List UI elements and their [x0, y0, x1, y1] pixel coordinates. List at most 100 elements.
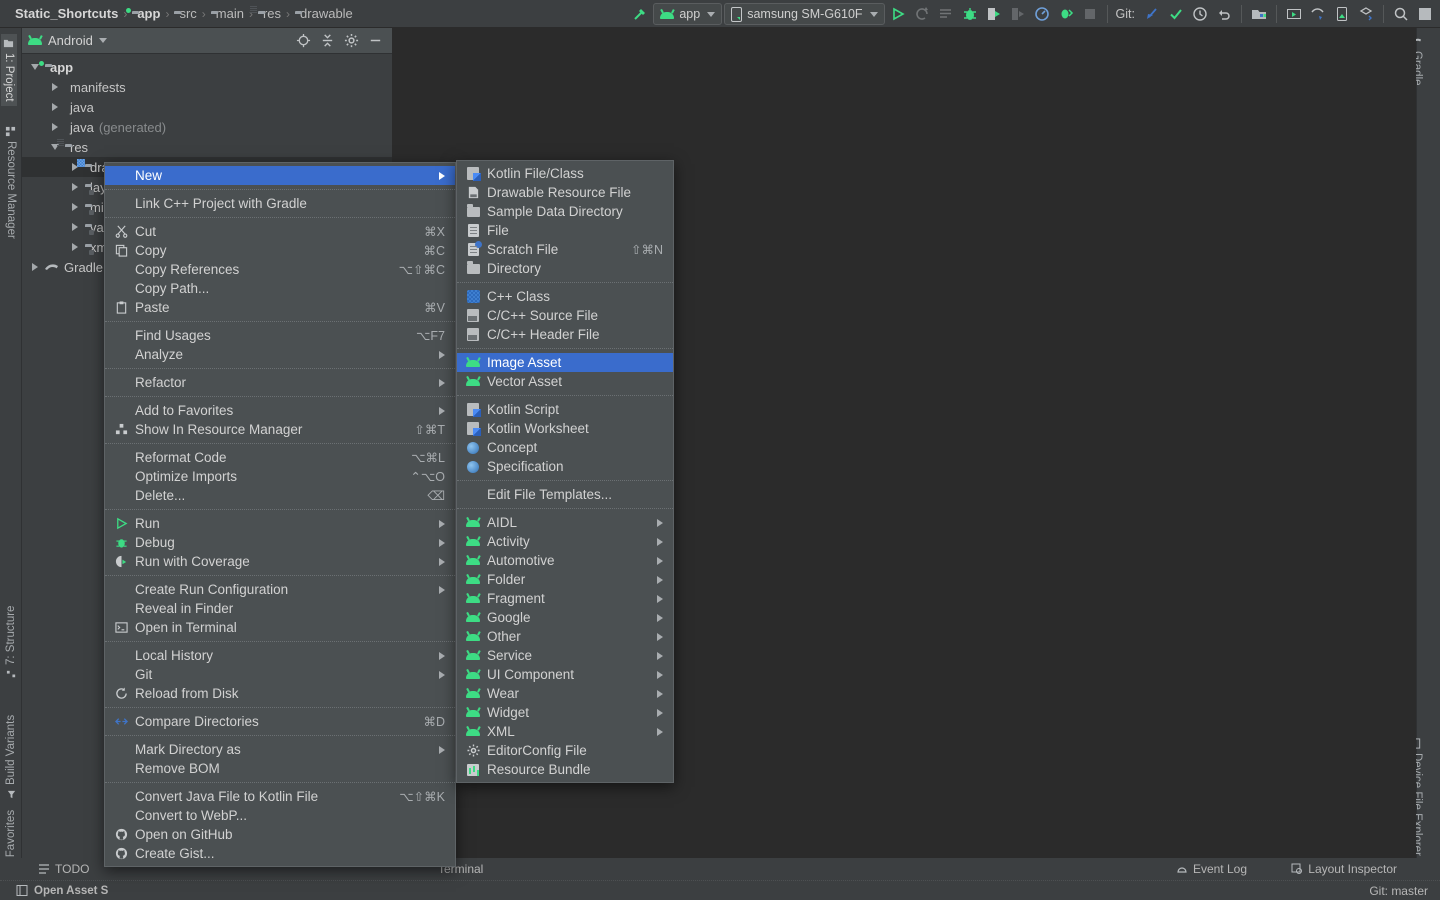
- menu-item-reveal-in-finder[interactable]: Reveal in Finder: [105, 599, 455, 618]
- status-item-git-branch[interactable]: Git: master: [1369, 884, 1428, 898]
- menu-item-open-in-terminal[interactable]: Open in Terminal: [105, 618, 455, 637]
- device-manager-icon[interactable]: [1331, 3, 1353, 25]
- menu-item-sample-data-directory[interactable]: Sample Data Directory: [457, 202, 673, 221]
- menu-item-copy-references[interactable]: Copy References⌥⇧⌘C: [105, 260, 455, 279]
- menu-item-folder[interactable]: Folder: [457, 570, 673, 589]
- breadcrumb-item-res[interactable]: res: [256, 6, 283, 21]
- menu-item-wear[interactable]: Wear: [457, 684, 673, 703]
- menu-item-c-c-header-file[interactable]: C/C++ Header File: [457, 325, 673, 344]
- chevron-right-icon[interactable]: [70, 183, 80, 191]
- menu-item-c-class[interactable]: C++ Class: [457, 287, 673, 306]
- menu-item-kotlin-worksheet[interactable]: Kotlin Worksheet: [457, 419, 673, 438]
- menu-item-file[interactable]: File: [457, 221, 673, 240]
- sidebar-item-project[interactable]: 1: Project: [1, 34, 17, 106]
- menu-item-refactor[interactable]: Refactor: [105, 373, 455, 392]
- rollback-icon[interactable]: [1213, 3, 1235, 25]
- menu-item-run-with-coverage[interactable]: Run with Coverage: [105, 552, 455, 571]
- stretch-icon[interactable]: [1414, 3, 1436, 25]
- chevron-right-icon[interactable]: [70, 223, 80, 231]
- menu-item-optimize-imports[interactable]: Optimize Imports⌃⌥O: [105, 467, 455, 486]
- profile-debug-icon[interactable]: [1055, 3, 1077, 25]
- menu-item-specification[interactable]: Specification: [457, 457, 673, 476]
- menu-item-activity[interactable]: Activity: [457, 532, 673, 551]
- menu-item-cut[interactable]: Cut⌘X: [105, 222, 455, 241]
- menu-item-add-to-favorites[interactable]: Add to Favorites: [105, 401, 455, 420]
- sidebar-item-build-variants[interactable]: Build Variants: [5, 715, 17, 800]
- sidebar-item-resource-manager[interactable]: Resource Manager: [5, 126, 17, 239]
- device-selector[interactable]: samsung SM-G610F: [724, 3, 884, 25]
- menu-item-directory[interactable]: Directory: [457, 259, 673, 278]
- status-item-event-log[interactable]: Event Log: [1168, 859, 1255, 879]
- commit-icon[interactable]: [1165, 3, 1187, 25]
- chevron-right-icon[interactable]: [70, 243, 80, 251]
- menu-item-automotive[interactable]: Automotive: [457, 551, 673, 570]
- apply-changes-icon[interactable]: [911, 3, 933, 25]
- menu-item-xml[interactable]: XML: [457, 722, 673, 741]
- menu-item-kotlin-script[interactable]: Kotlin Script: [457, 400, 673, 419]
- menu-item-kotlin-file-class[interactable]: Kotlin File/Class: [457, 164, 673, 183]
- menu-item-analyze[interactable]: Analyze: [105, 345, 455, 364]
- menu-item-create-gist[interactable]: Create Gist...: [105, 844, 455, 863]
- run-anything-icon[interactable]: [1007, 3, 1029, 25]
- tree-node-manifests[interactable]: manifests: [22, 77, 392, 97]
- menu-item-fragment[interactable]: Fragment: [457, 589, 673, 608]
- chevron-right-icon[interactable]: [70, 203, 80, 211]
- menu-item-show-in-resource-manager[interactable]: Show In Resource Manager⇧⌘T: [105, 420, 455, 439]
- menu-item-convert-java-file-to-kotlin-file[interactable]: Convert Java File to Kotlin File⌥⇧⌘K: [105, 787, 455, 806]
- stop-icon[interactable]: [1079, 3, 1101, 25]
- breadcrumb-item-drawable[interactable]: drawable: [293, 6, 355, 21]
- menu-item-create-run-configuration[interactable]: Create Run Configuration: [105, 580, 455, 599]
- menu-item-local-history[interactable]: Local History: [105, 646, 455, 665]
- select-opened-file-icon[interactable]: [292, 31, 314, 51]
- menu-item-convert-to-webp[interactable]: Convert to WebP...: [105, 806, 455, 825]
- menu-item-editorconfig-file[interactable]: EditorConfig File: [457, 741, 673, 760]
- breadcrumb-item-src[interactable]: src: [172, 6, 198, 21]
- status-item-layout-inspector[interactable]: Layout Inspector: [1283, 859, 1405, 879]
- run-configuration-selector[interactable]: app: [653, 3, 722, 25]
- layout-inspector-icon[interactable]: [1355, 3, 1377, 25]
- menu-item-delete[interactable]: Delete...⌫: [105, 486, 455, 505]
- menu-item-reformat-code[interactable]: Reformat Code⌥⌘L: [105, 448, 455, 467]
- chevron-right-icon[interactable]: [50, 83, 60, 91]
- tree-node-java[interactable]: java: [22, 97, 392, 117]
- history-icon[interactable]: [1189, 3, 1211, 25]
- menu-item-git[interactable]: Git: [105, 665, 455, 684]
- menu-item-service[interactable]: Service: [457, 646, 673, 665]
- menu-item-debug[interactable]: Debug: [105, 533, 455, 552]
- avd-manager-icon[interactable]: [1283, 3, 1305, 25]
- tree-node-java[interactable]: java(generated): [22, 117, 392, 137]
- breadcrumb-item-static_shortcuts[interactable]: Static_Shortcuts: [8, 6, 120, 21]
- chevron-right-icon[interactable]: [50, 123, 60, 131]
- profiler-icon[interactable]: [1031, 3, 1053, 25]
- menu-item-aidl[interactable]: AIDL: [457, 513, 673, 532]
- menu-item-copy-path[interactable]: Copy Path...: [105, 279, 455, 298]
- sync-gradle-icon[interactable]: [1307, 3, 1329, 25]
- menu-item-drawable-resource-file[interactable]: Drawable Resource File: [457, 183, 673, 202]
- menu-item-mark-directory-as[interactable]: Mark Directory as: [105, 740, 455, 759]
- menu-item-vector-asset[interactable]: Vector Asset: [457, 372, 673, 391]
- status-item-open-asset[interactable]: Open Asset S: [8, 881, 116, 900]
- menu-item-other[interactable]: Other: [457, 627, 673, 646]
- sidebar-item-structure[interactable]: 7: Structure: [5, 606, 17, 680]
- menu-item-new[interactable]: New: [105, 166, 455, 185]
- search-icon[interactable]: [1390, 3, 1412, 25]
- menu-item-copy[interactable]: Copy⌘C: [105, 241, 455, 260]
- menu-item-concept[interactable]: Concept: [457, 438, 673, 457]
- breadcrumb-item-main[interactable]: main: [209, 6, 246, 21]
- menu-item-ui-component[interactable]: UI Component: [457, 665, 673, 684]
- sdk-manager-icon[interactable]: [1248, 3, 1270, 25]
- menu-item-open-on-github[interactable]: Open on GitHub: [105, 825, 455, 844]
- menu-item-image-asset[interactable]: Image Asset: [457, 353, 673, 372]
- breadcrumb-item-app[interactable]: app: [130, 6, 162, 21]
- menu-item-resource-bundle[interactable]: Resource Bundle: [457, 760, 673, 779]
- chevron-right-icon[interactable]: [30, 263, 40, 271]
- tree-node-app[interactable]: app: [22, 57, 392, 77]
- menu-item-google[interactable]: Google: [457, 608, 673, 627]
- project-view-selector[interactable]: Android: [48, 33, 93, 48]
- apply-code-changes-icon[interactable]: [935, 3, 957, 25]
- menu-item-remove-bom[interactable]: Remove BOM: [105, 759, 455, 778]
- run-icon[interactable]: [887, 3, 909, 25]
- menu-item-widget[interactable]: Widget: [457, 703, 673, 722]
- menu-item-compare-directories[interactable]: Compare Directories⌘D: [105, 712, 455, 731]
- attach-debugger-icon[interactable]: [983, 3, 1005, 25]
